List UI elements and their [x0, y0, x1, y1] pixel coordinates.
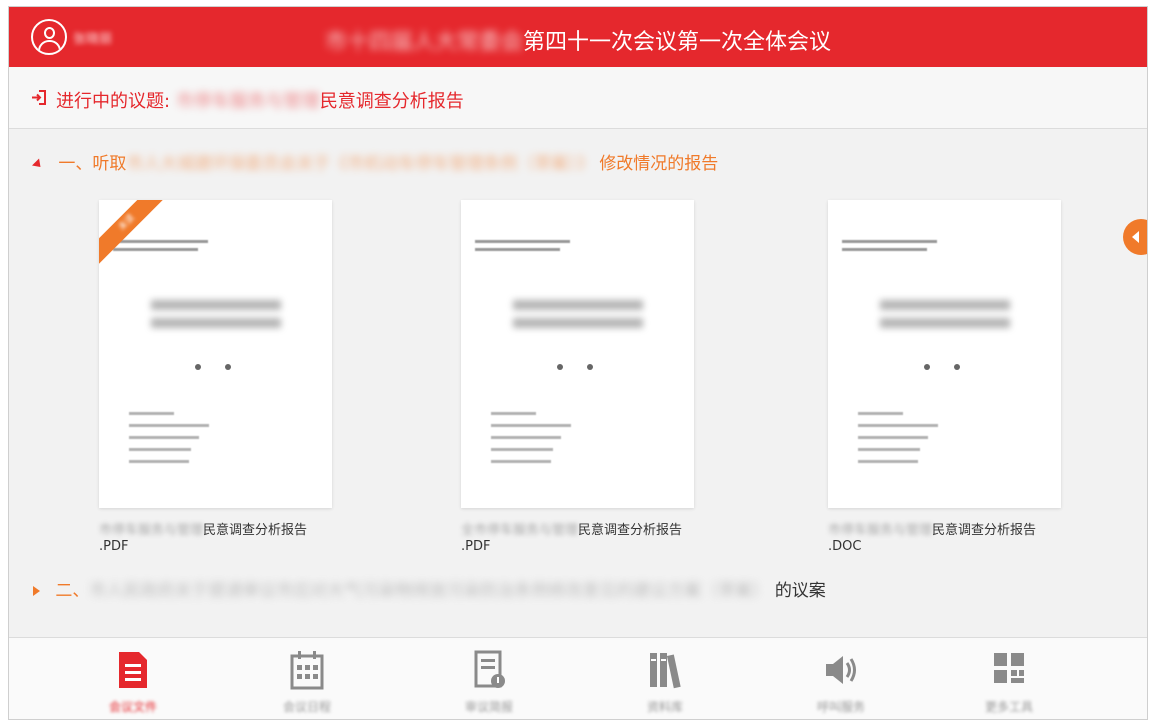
- agenda-item-2-blurred: 市人民政府关于提请审议市应对大气污染物排放污染防治条例修改意见的建议方案（草案）: [89, 581, 770, 601]
- agenda-item-1-visible: 修改情况的报告: [599, 154, 719, 174]
- document-name-blurred: 市停车服务与管理: [828, 523, 933, 538]
- unread-badge: 未读: [99, 200, 173, 269]
- nav-label: 资料库: [646, 700, 683, 714]
- agenda-item-1-blurred: 市人大城建环保委员会关于《市机动车停车管理条例（草案）》: [126, 154, 594, 174]
- document-thumbnail[interactable]: 未读: [99, 200, 332, 508]
- current-agenda-text: 进行中的议题: 市停车服务与管理民意调查分析报告: [56, 87, 464, 113]
- current-agenda-topic-blurred: 市停车服务与管理: [175, 91, 320, 112]
- agenda-item-2[interactable]: 二、市人民政府关于提请审议市应对大气污染物排放污染防治条例修改意见的建议方案（草…: [33, 576, 826, 601]
- expand-triangle-icon: [33, 586, 40, 596]
- nav-meeting-documents[interactable]: 会议文件: [73, 644, 193, 719]
- current-agenda-bar: 进行中的议题: 市停车服务与管理民意调查分析报告: [9, 67, 1147, 129]
- collapse-triangle-icon: [31, 157, 45, 171]
- briefing-icon: [474, 650, 505, 688]
- meeting-title: 市十四届人大常委会第四十一次会议第一次全体会议: [9, 24, 1147, 56]
- document-name[interactable]: 市停车服务与管理民意调查分析报告 .PDF: [99, 523, 359, 555]
- bottom-navigation: 会议文件 会议日程 审议简报 资料库 呼叫服务 更多工具: [9, 637, 1147, 719]
- nav-library[interactable]: 资料库: [605, 644, 725, 719]
- call-service-icon: [826, 656, 856, 684]
- nav-meeting-schedule[interactable]: 会议日程: [247, 644, 367, 719]
- document-name-visible: 民意调查分析报告: [578, 523, 683, 538]
- document-name-blurred: 市停车服务与管理: [99, 523, 204, 538]
- app-window: 张晓丽 市十四届人大常委会第四十一次会议第一次全体会议 进行中的议题: 市停车服…: [8, 6, 1148, 720]
- nav-review-briefing[interactable]: 审议简报: [429, 644, 549, 719]
- document-thumbnail[interactable]: [461, 200, 694, 508]
- document-extension: .PDF: [99, 539, 129, 554]
- nav-label: 更多工具: [984, 700, 1033, 714]
- current-agenda-topic: 民意调查分析报告: [319, 91, 464, 112]
- document-name-visible: 民意调查分析报告: [932, 523, 1037, 538]
- current-agenda-label: 进行中的议题:: [56, 91, 171, 112]
- top-header: 张晓丽 市十四届人大常委会第四十一次会议第一次全体会议: [9, 7, 1147, 67]
- nav-call-service[interactable]: 呼叫服务: [781, 644, 901, 719]
- more-tools-icon: [994, 653, 1024, 683]
- document-name[interactable]: 市停车服务与管理民意调查分析报告 .DOC: [828, 523, 1088, 555]
- document-name-blurred: 全市停车服务与管理: [461, 523, 579, 538]
- library-icon: [650, 653, 681, 689]
- enter-icon: [32, 90, 46, 105]
- calendar-icon: [290, 651, 324, 690]
- agenda-item-1[interactable]: 一、听取市人大城建环保委员会关于《市机动车停车管理条例（草案）》 修改情况的报告: [31, 149, 719, 174]
- document-extension: .PDF: [461, 539, 491, 554]
- agenda-item-2-number: 二、: [55, 581, 90, 601]
- document-name-visible: 民意调查分析报告: [203, 523, 308, 538]
- nav-label: 会议日程: [282, 700, 331, 714]
- document-extension: .DOC: [828, 539, 862, 554]
- document-name[interactable]: 全市停车服务与管理民意调查分析报告 .PDF: [461, 523, 721, 555]
- nav-label: 会议文件: [108, 700, 157, 714]
- agenda-item-1-number: 一、听取: [58, 154, 127, 174]
- nav-label: 审议简报: [464, 700, 513, 714]
- meeting-title-blurred: 市十四届人大常委会: [324, 30, 523, 55]
- document-icon: [119, 652, 147, 688]
- agenda-item-2-visible: 的议案: [774, 581, 826, 601]
- document-thumbnail[interactable]: [828, 200, 1061, 508]
- meeting-title-visible: 第四十一次会议第一次全体会议: [523, 30, 832, 55]
- nav-more-tools[interactable]: 更多工具: [949, 644, 1069, 719]
- side-panel-toggle-button[interactable]: [1123, 219, 1147, 255]
- nav-label: 呼叫服务: [816, 700, 865, 714]
